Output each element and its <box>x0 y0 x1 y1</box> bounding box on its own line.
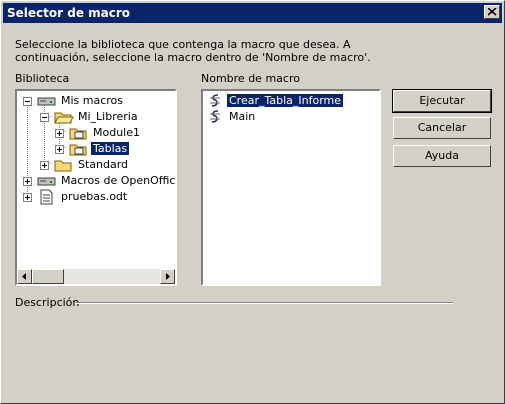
close-icon <box>488 8 497 16</box>
expand-icon[interactable] <box>23 177 32 186</box>
scroll-left-button[interactable] <box>17 269 32 284</box>
library-label: Biblioteca <box>15 72 70 85</box>
expand-icon[interactable] <box>55 129 64 138</box>
module-icon <box>69 144 87 156</box>
macro-icon <box>210 110 220 123</box>
collapse-icon[interactable] <box>23 97 32 106</box>
folder-icon <box>54 160 72 172</box>
title-bar: Selector de macro <box>3 3 502 23</box>
macro-name-label: Nombre de macro <box>201 72 300 85</box>
macro-icon <box>210 94 220 107</box>
folder-open-icon <box>54 112 74 124</box>
cancel-button[interactable]: Cancelar <box>393 117 491 139</box>
macro-selector-dialog: Selector de macro Seleccione la bibliote… <box>0 0 505 404</box>
help-button[interactable]: Ayuda <box>393 145 491 167</box>
arrow-right-icon <box>166 273 170 280</box>
instructions-text: Seleccione la biblioteca que contenga la… <box>15 38 371 64</box>
module-icon <box>69 128 87 140</box>
expand-icon[interactable] <box>23 193 32 202</box>
collapse-icon[interactable] <box>40 113 49 122</box>
macro-name-list[interactable]: Crear_Tabla_Informe Main <box>201 89 381 286</box>
expand-icon[interactable] <box>55 145 64 154</box>
dialog-title: Selector de macro <box>7 6 131 20</box>
arrow-left-icon <box>22 273 26 280</box>
close-button[interactable] <box>484 5 500 19</box>
run-button[interactable]: Ejecutar <box>392 89 492 113</box>
document-icon <box>40 189 53 205</box>
scroll-thumb[interactable] <box>32 269 64 284</box>
drive-icon <box>37 97 56 106</box>
library-tree[interactable]: Mis macros Mi_Libreria Module1 Tablas St… <box>15 89 177 286</box>
scroll-right-button[interactable] <box>160 269 175 284</box>
expand-icon[interactable] <box>40 161 49 170</box>
drive-icon <box>37 177 56 186</box>
horizontal-scrollbar[interactable] <box>17 269 175 284</box>
description-label: Descripción <box>15 296 80 309</box>
description-separator <box>75 302 453 304</box>
